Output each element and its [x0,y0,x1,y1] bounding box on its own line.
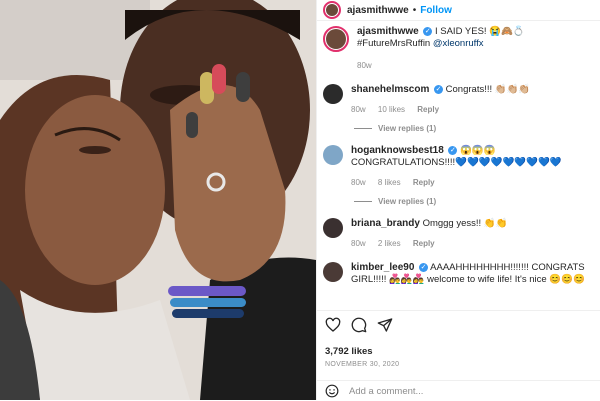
post-header: ajasmithwwe • Follow [317,0,600,21]
caption-username[interactable]: ajasmithwwe [357,26,419,37]
share-icon[interactable] [377,317,393,333]
follow-button[interactable]: Follow [420,5,452,16]
comment: briana_brandy Omggg yess!! 👏👏 80w 2 like… [317,218,600,250]
comment-username[interactable]: hoganknowsbest18 [351,145,444,156]
commenter-avatar[interactable] [323,262,343,282]
comment-likes[interactable]: 2 likes [378,239,401,248]
comment: hoganknowsbest18 ✓ 😱😱😱CONGRATULATIONS!!!… [317,145,600,189]
comment: shanehelmscom ✓ Congrats!!! 👏🏼👏🏼👏🏼 80w 1… [317,84,600,116]
comment-time: 80w [351,105,366,114]
comment-text: Omggg yess!! 👏👏 [422,218,508,229]
commenter-avatar[interactable] [323,84,343,104]
comment-time: 80w [351,178,366,187]
post-actions [325,317,393,333]
comment: kimber_lee90 ✓ AAAAHHHHHHHH!!!!!!! CONGR… [317,262,600,286]
author-avatar[interactable] [323,26,349,52]
comment-time: 80w [351,239,366,248]
post-photo[interactable] [0,0,316,400]
engagement-photo-illustration [0,0,316,400]
comment-username[interactable]: shanehelmscom [351,84,429,95]
reply-button[interactable]: Reply [413,178,435,187]
post-side-panel: ajasmithwwe • Follow ajasmithwwe ✓ I SAI… [316,0,600,400]
verified-badge-icon: ✓ [434,84,444,94]
view-replies-button[interactable]: View replies (1) [354,124,600,133]
commenter-avatar[interactable] [323,145,343,165]
add-comment-bar: Add a comment... [317,380,600,401]
author-avatar[interactable] [323,1,341,19]
view-replies-button[interactable]: View replies (1) [354,197,600,206]
caption-mention[interactable]: @xleonruffx [433,38,484,49]
caption: ajasmithwwe ✓ I SAID YES! 😭🙈💍 #FutureMrs… [317,26,600,72]
post-date: NOVEMBER 30, 2020 [325,361,400,368]
comment-username[interactable]: briana_brandy [351,218,420,229]
verified-badge-icon: ✓ [419,262,429,272]
reply-button[interactable]: Reply [413,239,435,248]
author-username[interactable]: ajasmithwwe [347,5,409,16]
emoji-icon[interactable] [325,384,339,398]
heart-icon[interactable] [325,317,341,333]
verified-badge-icon: ✓ [423,26,433,36]
reply-button[interactable]: Reply [417,105,439,114]
separator-dot: • [412,4,417,16]
comment-text: Congrats!!! 👏🏼👏🏼👏🏼 [445,84,531,95]
verified-badge-icon: ✓ [448,145,458,155]
caption-time: 80w [357,61,372,70]
comment-likes[interactable]: 10 likes [378,105,405,114]
add-comment-input[interactable]: Add a comment... [349,386,423,397]
divider [317,310,600,311]
comments-list: ajasmithwwe ✓ I SAID YES! 😭🙈💍 #FutureMrs… [317,26,600,286]
comment-icon[interactable] [351,317,367,333]
comment-username[interactable]: kimber_lee90 [351,262,414,273]
comment-likes[interactable]: 8 likes [378,178,401,187]
likes-count[interactable]: 3,792 likes [325,346,373,357]
commenter-avatar[interactable] [323,218,343,238]
